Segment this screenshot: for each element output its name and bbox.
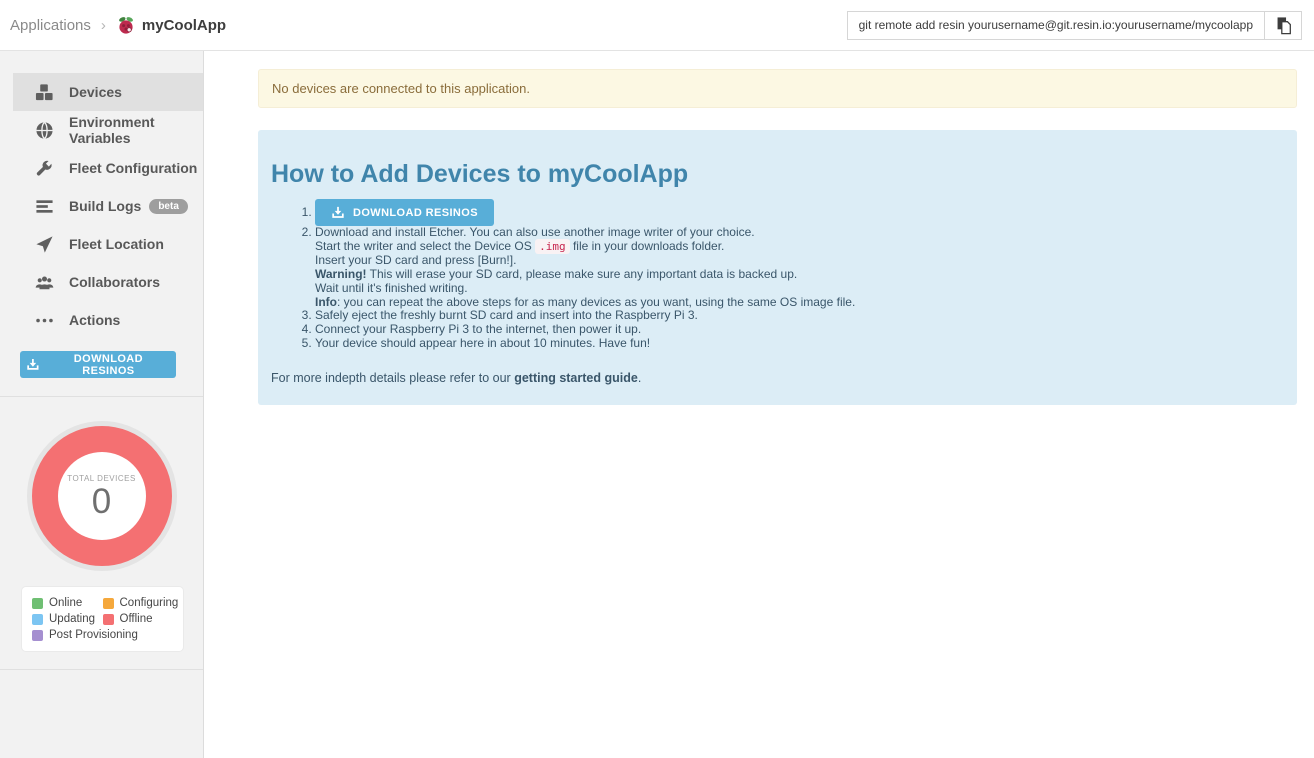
- how-to-add-devices-panel: How to Add Devices to myCoolApp DOWNLOAD…: [258, 130, 1297, 405]
- legend-label: Offline: [120, 613, 153, 625]
- download-icon: [331, 206, 345, 220]
- post-provisioning-swatch: [32, 630, 43, 641]
- wrench-icon: [35, 159, 54, 178]
- sidebar-item-label: Fleet Location: [69, 236, 164, 252]
- step2-line1: Download and install Etcher. You can als…: [315, 226, 1283, 240]
- guide-steps: DOWNLOAD RESINOS Download and install Et…: [271, 199, 1283, 351]
- sidebar: Devices Environment Variables Fleet Conf…: [0, 51, 204, 758]
- sidebar-item-label: Environment Variables: [69, 114, 203, 146]
- guide-title: How to Add Devices to myCoolApp: [271, 160, 1283, 189]
- navigation-arrow-icon: [35, 235, 54, 254]
- sidebar-item-collaborators[interactable]: Collaborators: [13, 263, 203, 301]
- legend-label: Configuring: [120, 597, 179, 609]
- raspberry-pi-icon: [116, 15, 136, 35]
- device-status-legend: Online Configuring Updating Offline Post…: [22, 587, 183, 651]
- total-devices-value: 0: [92, 484, 111, 519]
- configuring-swatch: [103, 598, 114, 609]
- ellipsis-icon: [35, 311, 54, 330]
- sidebar-divider: [0, 396, 203, 397]
- legend-item-post-provisioning: Post Provisioning: [32, 627, 173, 643]
- sidebar-item-label: Fleet Configuration: [69, 160, 197, 176]
- sidebar-item-label: Devices: [69, 84, 122, 100]
- devices-icon: [35, 83, 54, 102]
- guide-step-5: Your device should appear here in about …: [315, 337, 1283, 351]
- sidebar-item-environment-variables[interactable]: Environment Variables: [13, 111, 203, 149]
- download-icon: [26, 358, 40, 372]
- beta-badge: beta: [149, 199, 188, 214]
- git-remote-command[interactable]: git remote add resin yourusername@git.re…: [847, 11, 1264, 40]
- legend-label: Updating: [49, 613, 95, 625]
- total-devices-donut-chart: TOTAL DEVICES 0: [27, 421, 177, 571]
- step2-line4: Warning! This will erase your SD card, p…: [315, 268, 1283, 282]
- img-code: .img: [535, 239, 570, 254]
- online-swatch: [32, 598, 43, 609]
- main-content: No devices are connected to this applica…: [204, 51, 1314, 758]
- updating-swatch: [32, 614, 43, 625]
- offline-swatch: [103, 614, 114, 625]
- legend-item-updating: Updating: [32, 611, 103, 627]
- download-resinos-button[interactable]: DOWNLOAD RESINOS: [20, 351, 176, 378]
- breadcrumb: Applications › myCoolApp: [10, 15, 226, 35]
- step2-line2: Start the writer and select the Device O…: [315, 240, 1283, 254]
- guide-step-4: Connect your Raspberry Pi 3 to the inter…: [315, 323, 1283, 337]
- sidebar-item-label: Collaborators: [69, 274, 160, 290]
- collaborators-icon: [35, 273, 54, 292]
- app-title: myCoolApp: [142, 17, 226, 34]
- sidebar-item-actions[interactable]: Actions: [13, 301, 203, 339]
- breadcrumb-applications-link[interactable]: Applications: [10, 17, 91, 34]
- no-devices-alert: No devices are connected to this applica…: [258, 69, 1297, 108]
- download-resinos-label: DOWNLOAD RESINOS: [47, 353, 170, 377]
- guide-step-3: Safely eject the freshly burnt SD card a…: [315, 309, 1283, 323]
- legend-item-online: Online: [32, 595, 103, 611]
- sidebar-item-devices[interactable]: Devices: [13, 73, 203, 111]
- breadcrumb-app: myCoolApp: [116, 15, 226, 35]
- guide-step-2: Download and install Etcher. You can als…: [315, 226, 1283, 309]
- getting-started-guide-link[interactable]: getting started guide: [514, 371, 638, 385]
- download-resinos-button-main[interactable]: DOWNLOAD RESINOS: [315, 199, 494, 226]
- legend-item-offline: Offline: [103, 611, 174, 627]
- top-bar: Applications › myCoolApp git remote add …: [0, 0, 1314, 51]
- sidebar-item-fleet-configuration[interactable]: Fleet Configuration: [13, 149, 203, 187]
- guide-footer: For more indepth details please refer to…: [271, 371, 1283, 385]
- sidebar-item-label: Build Logs: [69, 198, 141, 214]
- legend-label: Post Provisioning: [49, 629, 138, 641]
- guide-step-1: DOWNLOAD RESINOS: [315, 199, 1283, 226]
- sidebar-item-build-logs[interactable]: Build Logs beta: [13, 187, 203, 225]
- sidebar-item-label: Actions: [69, 312, 120, 328]
- chevron-right-icon: ›: [101, 17, 106, 34]
- step2-line5: Wait until it's finished writing.: [315, 282, 1283, 296]
- legend-label: Online: [49, 597, 82, 609]
- git-remote-box: git remote add resin yourusername@git.re…: [847, 11, 1302, 40]
- build-logs-icon: [35, 197, 54, 216]
- globe-icon: [35, 121, 54, 140]
- legend-item-configuring: Configuring: [103, 595, 174, 611]
- sidebar-divider: [0, 669, 203, 670]
- sidebar-item-fleet-location[interactable]: Fleet Location: [13, 225, 203, 263]
- etcher-link[interactable]: Etcher: [429, 225, 463, 239]
- donut-center: TOTAL DEVICES 0: [58, 452, 146, 540]
- step2-line6: Info: you can repeat the above steps for…: [315, 296, 1283, 310]
- copy-button[interactable]: [1264, 11, 1302, 40]
- download-resinos-label: DOWNLOAD RESINOS: [353, 207, 478, 219]
- copy-icon: [1275, 16, 1292, 35]
- step2-line3: Insert your SD card and press [Burn!].: [315, 254, 1283, 268]
